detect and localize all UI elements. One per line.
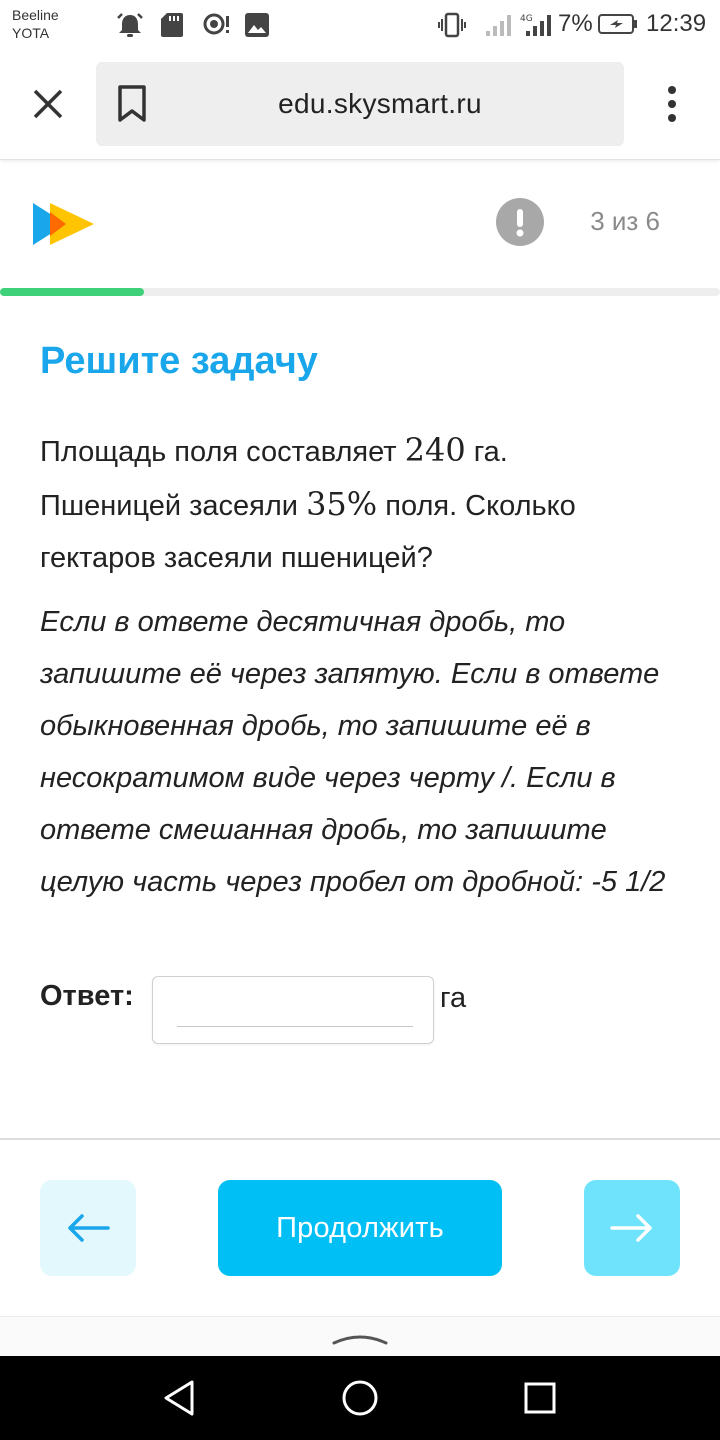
area-value: 240 bbox=[404, 431, 466, 469]
svg-text:4G: 4G bbox=[520, 14, 533, 24]
question-counter: 3 из 6 bbox=[590, 206, 660, 236]
sd-card-icon bbox=[160, 12, 184, 43]
vibrate-icon bbox=[438, 12, 466, 43]
arrow-right-icon bbox=[610, 1214, 652, 1242]
url-bar[interactable]: edu.skysmart.ru bbox=[96, 62, 624, 146]
url-text: edu.skysmart.ru bbox=[278, 88, 482, 119]
alarm-icon bbox=[116, 12, 144, 43]
arrow-left-icon bbox=[68, 1214, 110, 1242]
app-header: 3 из 6 bbox=[0, 160, 720, 288]
clock: 12:39 bbox=[646, 10, 707, 37]
recents-square-icon bbox=[524, 1382, 556, 1414]
problem-part-4: поля. Сколько bbox=[377, 490, 576, 522]
signal-4g-icon: 4G bbox=[520, 12, 554, 43]
chevron-up-icon bbox=[332, 1335, 388, 1345]
system-nav-bar bbox=[0, 1356, 720, 1440]
answer-format-hint: Если в ответе десятичная дробь, то запиш… bbox=[40, 606, 666, 898]
hotspot-icon bbox=[200, 12, 230, 43]
home-circle-icon bbox=[342, 1380, 378, 1416]
carrier-name: Beeline YOTA bbox=[12, 6, 59, 42]
nav-back-button[interactable] bbox=[156, 1374, 204, 1422]
next-button[interactable] bbox=[584, 1180, 680, 1276]
battery-icon bbox=[598, 14, 638, 39]
task-title: Решите задачу bbox=[40, 340, 318, 382]
more-menu-button[interactable] bbox=[656, 76, 688, 132]
problem-part-2: га. bbox=[465, 436, 508, 468]
progress-bar bbox=[0, 288, 720, 296]
browser-toolbar: edu.skysmart.ru bbox=[0, 48, 720, 160]
back-triangle-icon bbox=[164, 1380, 194, 1416]
carrier-line-1: Beeline bbox=[12, 7, 59, 23]
signal-icon bbox=[484, 12, 514, 43]
previous-button[interactable] bbox=[40, 1180, 136, 1276]
nav-home-button[interactable] bbox=[336, 1374, 384, 1422]
status-bar: Beeline YOTA 4G 7% 12:39 bbox=[0, 0, 720, 48]
percent-value: 35% bbox=[306, 485, 378, 523]
bottom-sheet-handle[interactable] bbox=[0, 1316, 720, 1356]
answer-input[interactable] bbox=[177, 985, 413, 1027]
report-button[interactable] bbox=[496, 198, 544, 246]
problem-part-5: гектаров засеяли пшеницей? bbox=[40, 542, 433, 574]
battery-percent: 7% bbox=[558, 10, 593, 37]
problem-part-3: Пшеницей засеяли bbox=[40, 490, 307, 522]
problem-part-1: Площадь поля составляет bbox=[40, 436, 405, 468]
exclamation-icon bbox=[516, 209, 524, 237]
logo-icon[interactable] bbox=[30, 200, 98, 248]
close-button[interactable] bbox=[24, 76, 72, 132]
continue-button[interactable]: Продолжить bbox=[218, 1180, 502, 1276]
more-vert-icon bbox=[668, 86, 676, 122]
answer-label: Ответ: bbox=[40, 980, 134, 1012]
progress-fill bbox=[0, 288, 144, 296]
close-icon bbox=[33, 89, 63, 119]
answer-unit: га bbox=[440, 982, 467, 1014]
answer-box bbox=[152, 976, 434, 1044]
nav-recents-button[interactable] bbox=[516, 1374, 564, 1422]
image-icon bbox=[244, 12, 270, 43]
footer-divider bbox=[0, 1138, 720, 1140]
problem-text: Площадь поля составляет 240 га. Пшеницей… bbox=[40, 424, 680, 584]
carrier-line-2: YOTA bbox=[12, 25, 50, 41]
